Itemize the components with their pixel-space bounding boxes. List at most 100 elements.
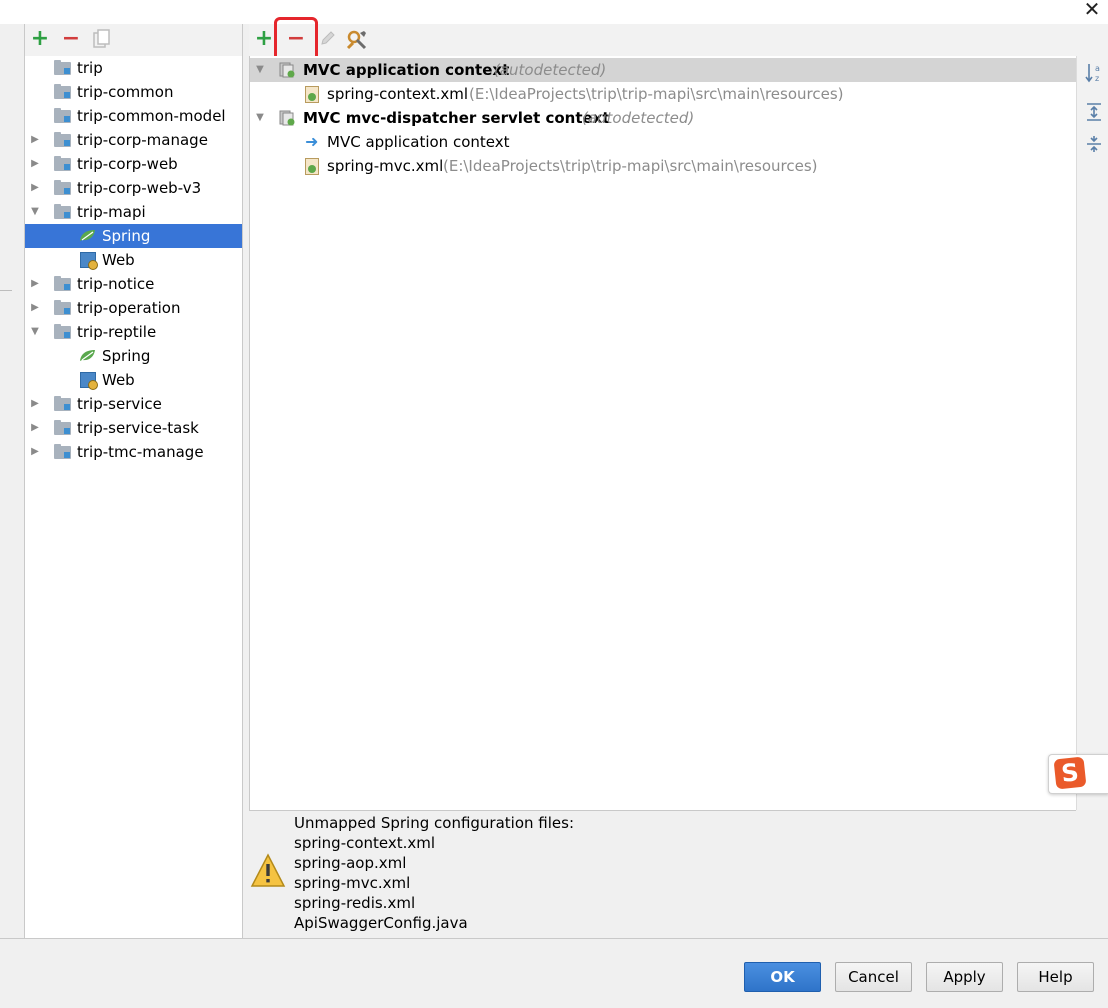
settings-sidebar-edge [0,24,25,938]
module-trip-common-model[interactable]: trip-common-model [25,104,242,128]
module-trip-corp-manage[interactable]: ▶ trip-corp-manage [25,128,242,152]
spring-context-tree[interactable]: ▼ MVC application context (autodetected)… [249,56,1076,811]
facet-label: Web [102,371,135,389]
apply-button[interactable]: Apply [926,962,1003,992]
warning-icon [250,853,286,887]
ok-button[interactable]: OK [744,962,821,992]
module-folder-icon [54,324,71,339]
ime-floating-widget[interactable]: S [1048,754,1108,794]
window-title-bar [0,0,1108,24]
module-folder-icon [54,444,71,459]
module-folder-icon [54,60,71,75]
sogou-logo-icon: S [1053,756,1087,790]
unmapped-file: spring-context.xml [294,834,436,852]
expand-all-icon[interactable] [1085,102,1103,122]
context-row-application[interactable]: ▼ MVC application context (autodetected) [250,58,1076,82]
module-folder-icon [54,276,71,291]
unmapped-file: spring-aop.xml [294,854,407,872]
module-label: trip-service-task [77,419,199,437]
sort-alpha-icon[interactable]: az [1084,62,1104,84]
arrow-right-icon: ➜ [305,132,319,151]
collapsed-arrow-icon[interactable]: ▶ [30,392,40,416]
collapsed-arrow-icon[interactable]: ▶ [30,416,40,440]
module-label: trip-service [77,395,162,413]
facet-label: Web [102,251,135,269]
collapsed-arrow-icon[interactable]: ▶ [30,128,40,152]
context-name: MVC mvc-dispatcher servlet context [303,109,610,127]
module-trip-operation[interactable]: ▶ trip-operation [25,296,242,320]
module-trip-tmc-manage[interactable]: ▶ trip-tmc-manage [25,440,242,464]
module-label: trip-common-model [77,107,226,125]
facet-label: Spring [102,227,151,245]
module-label: trip-notice [77,275,155,293]
file-name: spring-context.xml [327,85,469,103]
collapsed-arrow-icon[interactable]: ▶ [30,296,40,320]
add-context-icon[interactable]: + [253,28,275,51]
module-label: trip-corp-web-v3 [77,179,202,197]
pencil-icon[interactable] [317,29,339,51]
context-toolbar: + − [249,24,1108,56]
module-label: trip-operation [77,299,181,317]
web-facet-icon [80,372,98,390]
facet-label: Spring [102,347,151,365]
module-facet-tree-panel: + − trip trip-common trip-common-model ▶ tri… [25,24,243,938]
module-label: trip-corp-web [77,155,178,173]
cancel-button[interactable]: Cancel [835,962,912,992]
module-folder-icon [54,108,71,123]
module-trip-corp-web[interactable]: ▶ trip-corp-web [25,152,242,176]
context-file-row[interactable]: spring-mvc.xml (E:\IdeaProjects\trip\tri… [250,154,1076,178]
module-label: trip-reptile [77,323,157,341]
facet-spring[interactable]: Spring [25,344,242,368]
module-label: trip-common [77,83,174,101]
module-trip-service[interactable]: ▶ trip-service [25,392,242,416]
module-folder-icon [54,300,71,315]
tree-side-toolbar: az [1076,56,1108,810]
collapsed-arrow-icon[interactable]: ▶ [30,176,40,200]
module-label: trip-tmc-manage [77,443,204,461]
svg-text:z: z [1095,74,1099,83]
context-file-row[interactable]: spring-context.xml (E:\IdeaProjects\trip… [250,82,1076,106]
remove-icon[interactable]: − [60,28,82,51]
spring-leaf-icon [80,350,95,361]
collapsed-arrow-icon[interactable]: ▶ [30,440,40,464]
tools-icon[interactable] [346,29,368,51]
module-trip-service-task[interactable]: ▶ trip-service-task [25,416,242,440]
close-icon[interactable]: ✕ [1080,0,1104,22]
module-trip-common[interactable]: trip-common [25,80,242,104]
parent-context-row[interactable]: ➜ MVC application context [250,130,1076,154]
facet-web[interactable]: Web [25,368,242,392]
expanded-arrow-icon[interactable]: ▼ [30,320,40,344]
module-trip-notice[interactable]: ▶ trip-notice [25,272,242,296]
dialog-footer-divider [0,938,1108,939]
module-trip-corp-web-v3[interactable]: ▶ trip-corp-web-v3 [25,176,242,200]
file-path: (E:\IdeaProjects\trip\trip-mapi\src\main… [443,157,818,175]
module-folder-icon [54,420,71,435]
unmapped-file: ApiSwaggerConfig.java [294,914,468,932]
help-button[interactable]: Help [1017,962,1094,992]
file-name: spring-mvc.xml [327,157,444,175]
warning-title: Unmapped Spring configuration files: [294,814,575,832]
module-folder-icon [54,204,71,219]
module-trip-mapi[interactable]: ▼ trip-mapi [25,200,242,224]
module-trip-reptile[interactable]: ▼ trip-reptile [25,320,242,344]
web-facet-icon [80,252,98,270]
copy-icon[interactable] [91,29,113,51]
collapsed-arrow-icon[interactable]: ▶ [30,272,40,296]
svg-text:a: a [1095,64,1100,73]
module-trip[interactable]: trip [25,56,242,80]
parent-context-name: MVC application context [327,133,510,151]
module-label: trip-corp-manage [77,131,208,149]
facet-web[interactable]: Web [25,248,242,272]
unmapped-file: spring-redis.xml [294,894,416,912]
collapsed-arrow-icon[interactable]: ▶ [30,152,40,176]
module-folder-icon [54,156,71,171]
context-row-dispatcher[interactable]: ▼ MVC mvc-dispatcher servlet context (au… [250,106,1076,130]
collapse-all-icon[interactable] [1085,134,1103,154]
module-label: trip [77,59,103,77]
context-icon [279,62,295,78]
expanded-arrow-icon[interactable]: ▼ [30,200,40,224]
facet-spring[interactable]: Spring [25,224,242,248]
xml-file-icon [305,86,319,103]
module-toolbar: + − [25,24,242,56]
add-icon[interactable]: + [29,28,51,51]
